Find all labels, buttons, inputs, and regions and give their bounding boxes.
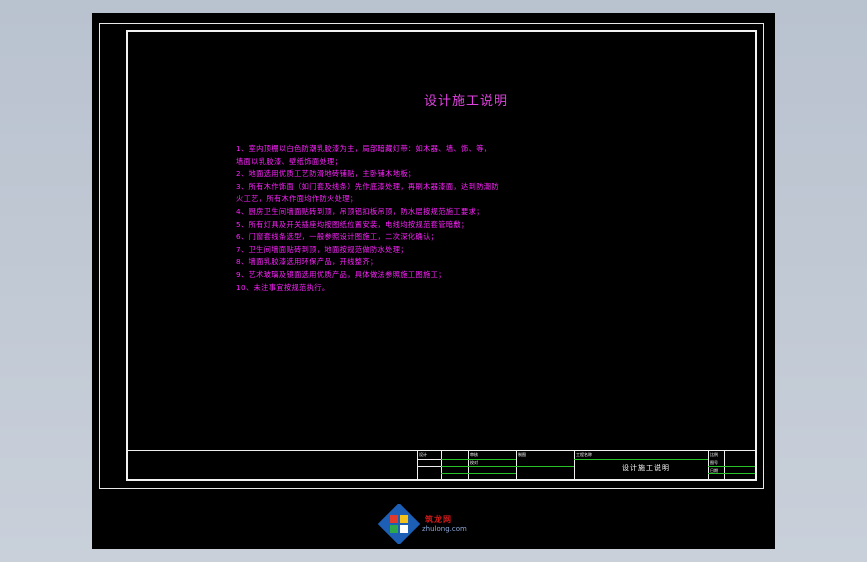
logo-mark-icon xyxy=(378,504,421,544)
note-line: 火工艺，所有木作面均作防火处理； xyxy=(236,194,358,204)
title-block-rule xyxy=(708,466,755,467)
title-block: 设计 审核 校对 制图 工程名称 比例 图号 日期 设计施工说明 xyxy=(126,450,757,481)
title-block-rule xyxy=(417,466,441,467)
note-line: 6、门窗套线条选型，一般参照设计图施工，二次深化确认； xyxy=(236,232,439,242)
drawing-name: 设计施工说明 xyxy=(622,464,670,472)
logo-brand-text: 筑龙网 xyxy=(425,515,452,524)
title-block-rule xyxy=(417,459,441,460)
title-block-rule xyxy=(441,459,516,460)
title-block-field-label: 设计 xyxy=(419,452,427,457)
note-line: 10、未注事宜按规范执行。 xyxy=(236,282,330,292)
logo-site-text: zhulong.com xyxy=(422,525,467,533)
drawing-viewport[interactable]: 设计施工说明 1、室内顶棚以白色防潮乳胶漆为主，局部暗藏灯带：如木器、墙、饰、等… xyxy=(92,13,775,549)
note-line: 4、厨房卫生间墙面贴砖到顶，吊顶铝扣板吊顶，防水层按规范施工要求； xyxy=(236,206,484,216)
note-line: 7、卫生间墙面贴砖到顶，地面按规范做防水处理； xyxy=(236,244,408,254)
title-block-field-label: 制图 xyxy=(518,452,526,457)
note-line: 9、艺术玻璃及镜面选用优质产品，具体做法参照施工图施工； xyxy=(236,269,446,279)
title-block-field-label: 日期 xyxy=(710,468,718,473)
construction-notes: 1、室内顶棚以白色防潮乳胶漆为主，局部暗藏灯带：如木器、墙、饰、等， 墙面以乳胶… xyxy=(236,143,499,294)
title-block-rule xyxy=(441,473,516,474)
title-block-rule xyxy=(516,466,574,467)
note-line: 3、所有木作饰面（如门套及线条）先作底漆处理，再刷木器漆面，达到防潮防 xyxy=(236,181,499,191)
title-block-field-label: 比例 xyxy=(710,452,718,457)
title-block-field-label: 校对 xyxy=(470,460,478,465)
note-line: 1、室内顶棚以白色防潮乳胶漆为主，局部暗藏灯带：如木器、墙、饰、等， xyxy=(236,144,492,153)
title-block-rule xyxy=(441,466,516,467)
title-block-field-label: 图号 xyxy=(710,460,718,465)
title-block-field-label: 审核 xyxy=(470,452,478,457)
note-line: 8、墙面乳胶漆选用环保产品，开线整齐； xyxy=(236,257,378,267)
note-line: 墙面以乳胶漆、壁纸饰面处理； xyxy=(236,156,343,166)
note-line: 2、地面选用优质工艺防滑地砖铺贴，主卧铺木地板； xyxy=(236,169,416,179)
note-line: 5、所有灯具及开关插座均按图纸位置安装，电线均按规范套管暗敷； xyxy=(236,219,469,229)
title-block-divider xyxy=(574,451,575,481)
title-block-rule xyxy=(574,459,708,460)
title-block-field-label: 工程名称 xyxy=(576,452,592,457)
title-block-rule xyxy=(708,473,755,474)
document-title: 设计施工说明 xyxy=(424,94,509,109)
